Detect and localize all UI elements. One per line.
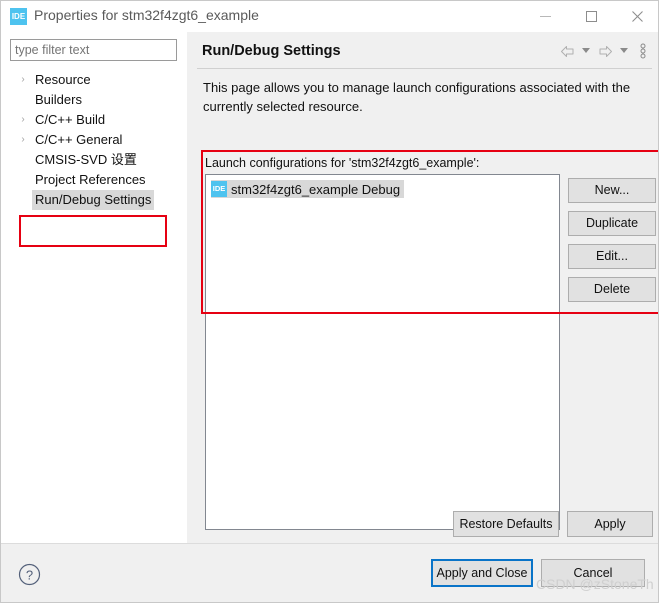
back-history-dropdown[interactable] [580, 42, 592, 60]
sidebar-item-label: C/C++ General [35, 132, 123, 147]
restore-defaults-button[interactable]: Restore Defaults [453, 511, 559, 537]
duplicate-button[interactable]: Duplicate [568, 211, 656, 236]
chevron-right-icon[interactable]: › [17, 130, 29, 150]
chevron-right-icon[interactable]: › [17, 70, 29, 90]
chevron-down-icon [582, 48, 590, 53]
help-question-icon: ? [18, 563, 41, 586]
annotation-rect-sidebar [19, 215, 167, 247]
help-button[interactable]: ? [17, 562, 42, 587]
page-action-bar: Restore Defaults Apply [187, 511, 658, 543]
header-divider [197, 68, 652, 69]
launch-configurations-label: Launch configurations for 'stm32f4zgt6_e… [205, 156, 480, 170]
maximize-button[interactable] [568, 1, 614, 32]
cancel-button[interactable]: Cancel [541, 559, 645, 587]
delete-button[interactable]: Delete [568, 277, 656, 302]
sidebar-item-label: CMSIS-SVD 设置 [35, 152, 137, 167]
sidebar-item-builders[interactable]: Builders [1, 90, 187, 110]
title-bar: IDE Properties for stm32f4zgt6_example [1, 1, 658, 32]
filter-input[interactable] [10, 39, 177, 61]
forward-arrow-icon [599, 45, 612, 57]
settings-tree: › Resource Builders › C/C++ Build › C/C+… [1, 70, 187, 210]
settings-sidebar: › Resource Builders › C/C++ Build › C/C+… [1, 32, 187, 543]
window-title: Properties for stm32f4zgt6_example [34, 7, 259, 23]
svg-text:?: ? [26, 568, 33, 583]
back-arrow-icon [560, 45, 573, 57]
view-menu-button[interactable] [634, 42, 652, 60]
sidebar-item-resource[interactable]: › Resource [1, 70, 187, 90]
minimize-icon [539, 16, 551, 17]
forward-history-dropdown[interactable] [618, 42, 630, 60]
settings-page: Run/Debug Settings This page allows you … [187, 32, 658, 543]
vertical-dots-icon [640, 43, 646, 59]
minimize-button[interactable] [522, 1, 568, 32]
new-button[interactable]: New... [568, 178, 656, 203]
list-item-label: stm32f4zgt6_example Debug [231, 181, 401, 197]
maximize-icon [585, 11, 597, 22]
sidebar-item-label: C/C++ Build [35, 112, 106, 127]
close-icon [631, 11, 643, 22]
chevron-down-icon [620, 48, 628, 53]
apply-and-close-button[interactable]: Apply and Close [431, 559, 533, 587]
dialog-footer: ? Apply and Close Cancel [1, 543, 658, 602]
sidebar-item-cpp-build[interactable]: › C/C++ Build [1, 110, 187, 130]
sidebar-item-label: Resource [35, 72, 91, 87]
edit-button[interactable]: Edit... [568, 244, 656, 269]
sidebar-item-run-debug-settings[interactable]: Run/Debug Settings [1, 190, 187, 210]
launch-configurations-list[interactable]: IDE stm32f4zgt6_example Debug [205, 174, 560, 530]
ide-app-icon: IDE [10, 8, 27, 25]
sidebar-item-label: Run/Debug Settings [32, 190, 155, 210]
launch-config-actions: New... Duplicate Edit... Delete [568, 178, 656, 302]
chevron-right-icon[interactable]: › [17, 110, 29, 130]
sidebar-item-label: Builders [35, 92, 82, 107]
back-button[interactable] [558, 42, 576, 60]
properties-dialog: IDE Properties for stm32f4zgt6_example ›… [0, 0, 659, 603]
list-item[interactable]: IDE stm32f4zgt6_example Debug [211, 180, 405, 198]
apply-button[interactable]: Apply [567, 511, 653, 537]
close-button[interactable] [614, 1, 658, 32]
sidebar-item-label: Project References [35, 172, 146, 187]
sidebar-item-cpp-general[interactable]: › C/C++ General [1, 130, 187, 150]
page-description: This page allows you to manage launch co… [203, 80, 631, 114]
sidebar-item-cmsis-svd[interactable]: CMSIS-SVD 设置 [1, 150, 187, 170]
page-title: Run/Debug Settings [202, 43, 341, 59]
ide-launch-icon: IDE [211, 181, 227, 197]
forward-button[interactable] [596, 42, 614, 60]
page-toolbar [558, 42, 652, 60]
sidebar-item-project-references[interactable]: Project References [1, 170, 187, 190]
